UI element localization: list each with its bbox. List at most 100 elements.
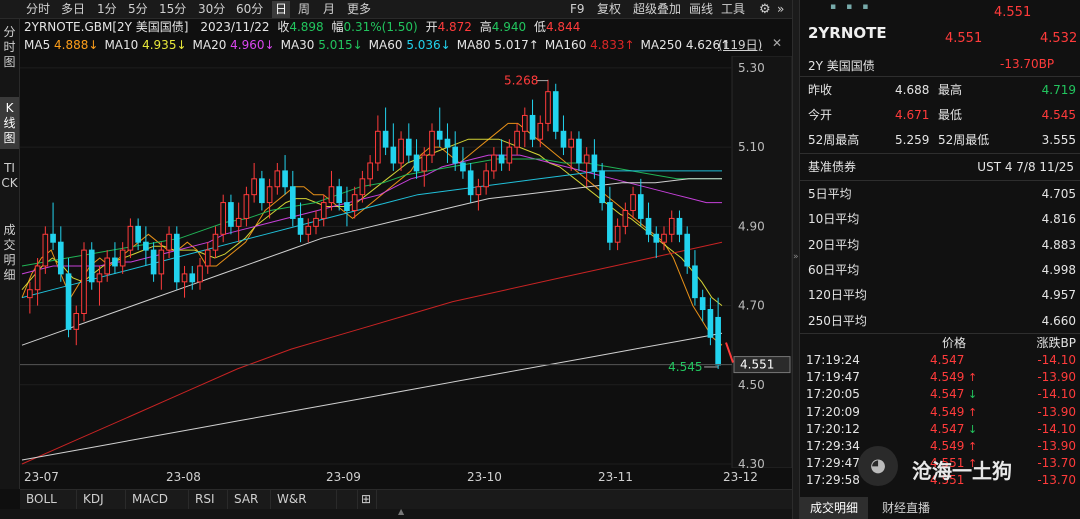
indicator-sar[interactable]: SAR — [228, 490, 271, 509]
date-tick-dec: 23-12 — [723, 470, 758, 484]
ma-legend-label: MA250 — [640, 38, 686, 52]
average-row: 5日平均 4.705 — [800, 182, 1080, 207]
vtab-trade-detail[interactable]: 成交明细 — [0, 221, 19, 287]
change-value: 0.31%(1.50) — [343, 20, 418, 34]
stat-value: 3.555 — [1041, 133, 1076, 147]
panel-divider[interactable]: » — [792, 0, 800, 519]
collapse-arrow-icon[interactable]: ▲ — [398, 507, 404, 516]
tick-price: 4.547 — [930, 353, 965, 367]
tick-bp: -13.90 — [1037, 439, 1076, 453]
period-tab-month[interactable]: 月 — [320, 1, 338, 18]
period-tab-timeshare[interactable]: 分时 — [23, 1, 53, 18]
candle-up — [506, 146, 513, 164]
average-value: 4.883 — [1041, 237, 1076, 252]
candle-up — [119, 249, 126, 267]
settings-gear-icon[interactable]: ⚙ — [756, 1, 774, 18]
date-tick-oct: 23-10 — [467, 470, 502, 484]
date-tick-sep: 23-09 — [326, 470, 361, 484]
separator — [800, 333, 1080, 334]
candle-up — [266, 186, 273, 204]
overlay-button[interactable]: 超级叠加 — [630, 1, 684, 18]
candle-down — [57, 241, 64, 275]
quote-info-line: 2YRNOTE.GBM[2Y 美国国债] 2023/11/22 收4.898 幅… — [24, 19, 580, 35]
panel-toggle-icon[interactable]: » — [793, 252, 799, 262]
quote-change-bp: -13.70BP — [1000, 57, 1055, 71]
candle-up — [661, 233, 667, 243]
panel-mini-icons[interactable]: ▪▪▪ — [830, 2, 878, 18]
price-axis-label: 5.10 — [738, 140, 765, 154]
indicator-rsi[interactable]: RSI — [189, 490, 228, 509]
period-tab-day[interactable]: 日 — [272, 1, 291, 18]
period-tab-5min[interactable]: 5分 — [125, 1, 151, 18]
candle-down — [699, 297, 706, 311]
tick-row: 17:20:05 4.547 ↓ -14.10 — [800, 386, 1080, 403]
average-value: 4.957 — [1041, 288, 1076, 303]
period-tab-60min[interactable]: 60分 — [233, 1, 266, 18]
candle-down — [112, 257, 118, 267]
expand-arrows-icon[interactable]: » — [774, 1, 787, 18]
add-indicator-icon[interactable]: ⊞ — [357, 490, 377, 509]
tools-button[interactable]: 工具 — [718, 1, 748, 18]
candle-up — [181, 273, 188, 283]
tab-trade-detail[interactable]: 成交明细 — [800, 497, 869, 519]
close-value: 4.898 — [289, 20, 324, 34]
vtab-kline[interactable]: K线图 — [0, 97, 19, 149]
period-tab-week[interactable]: 周 — [295, 1, 313, 18]
tick-price: 4.547 — [930, 387, 965, 402]
date-tick-aug: 23-08 — [166, 470, 201, 484]
kline-chart[interactable]: 5.30 5.10 4.90 4.70 4.50 4.30 4.551 5.268 4.545 — [20, 55, 793, 471]
adjust-button[interactable]: 复权 — [594, 1, 624, 18]
vtab-timeshare[interactable]: 分时图 — [0, 23, 19, 71]
candle-up — [320, 202, 327, 219]
indicator-macd[interactable]: MACD — [126, 490, 189, 509]
f9-button[interactable]: F9 — [567, 1, 588, 18]
average-label: 250日平均 — [808, 313, 867, 328]
draw-line-button[interactable]: 画线 — [686, 1, 716, 18]
period-tab-1min[interactable]: 1分 — [94, 1, 120, 18]
date-tick-jul: 23-07 — [24, 470, 59, 484]
tick-time: 17:20:05 — [806, 387, 860, 402]
tick-row: 17:19:47 4.549 ↑ -13.90 — [800, 369, 1080, 386]
indicator-kdj[interactable]: KDJ — [77, 490, 126, 509]
tick-row: 17:20:09 4.549 ↑ -13.90 — [800, 404, 1080, 421]
tick-row: 17:19:24 4.547 -14.10 — [800, 352, 1080, 369]
average-label: 5日平均 — [808, 187, 852, 201]
date-label: 2023/11/22 — [200, 20, 270, 34]
ma-legend-value: 4.888↓ — [54, 38, 99, 52]
average-value: 4.816 — [1041, 212, 1076, 227]
candle-up — [375, 130, 381, 164]
vtab-tick[interactable]: TICK — [0, 159, 19, 221]
low-value: 4.844 — [545, 20, 581, 34]
close-label: 收 — [277, 20, 290, 34]
indicator-boll[interactable]: BOLL — [20, 490, 77, 509]
tick-arrow-icon: ↑ — [968, 405, 978, 419]
candle-down — [436, 130, 443, 140]
period-tab-15min[interactable]: 15分 — [156, 1, 189, 18]
quote-panel: ▪▪▪ 4.551 2YRNOTE 4.551 4.532 2Y 美国国债 -1… — [800, 0, 1080, 519]
bottom-scrollbar[interactable]: ▲ — [0, 507, 792, 519]
tab-finance-live[interactable]: 财经直播 — [872, 497, 940, 519]
candle-up — [96, 273, 103, 283]
quote-stat-row: 今开 4.671 最低 4.545 — [800, 103, 1080, 128]
separator — [800, 153, 1080, 154]
period-tab-more[interactable]: 更多 — [344, 1, 374, 18]
average-row: 60日平均 4.998 — [800, 258, 1080, 283]
indicator-wr[interactable]: W&R — [271, 490, 337, 509]
tick-bp: -13.70 — [1037, 473, 1076, 488]
tick-arrow-icon: ↓ — [968, 388, 978, 402]
high-annotation: 5.268 — [504, 74, 538, 88]
ma-legend-value: 5.015↓ — [318, 38, 363, 52]
candle-up — [351, 194, 358, 212]
candle-up — [668, 217, 675, 235]
candle-down — [336, 186, 343, 204]
close-legend-icon[interactable]: ✕ — [772, 36, 782, 50]
period-tab-multiday[interactable]: 多日 — [58, 1, 88, 18]
candle-up — [545, 91, 551, 124]
price-axis-label: 4.30 — [738, 457, 765, 468]
quote-stat-row: 昨收 4.688 最高 4.719 — [800, 78, 1080, 103]
ma-legend-label: MA10 — [104, 38, 143, 52]
period-toolbar: 分时 多日 1分 5分 15分 30分 60分 日 周 月 更多 F9 复权 超… — [0, 0, 792, 19]
quote-price: 4.551 — [945, 31, 983, 46]
period-tab-30min[interactable]: 30分 — [195, 1, 228, 18]
candle-down — [189, 273, 196, 283]
